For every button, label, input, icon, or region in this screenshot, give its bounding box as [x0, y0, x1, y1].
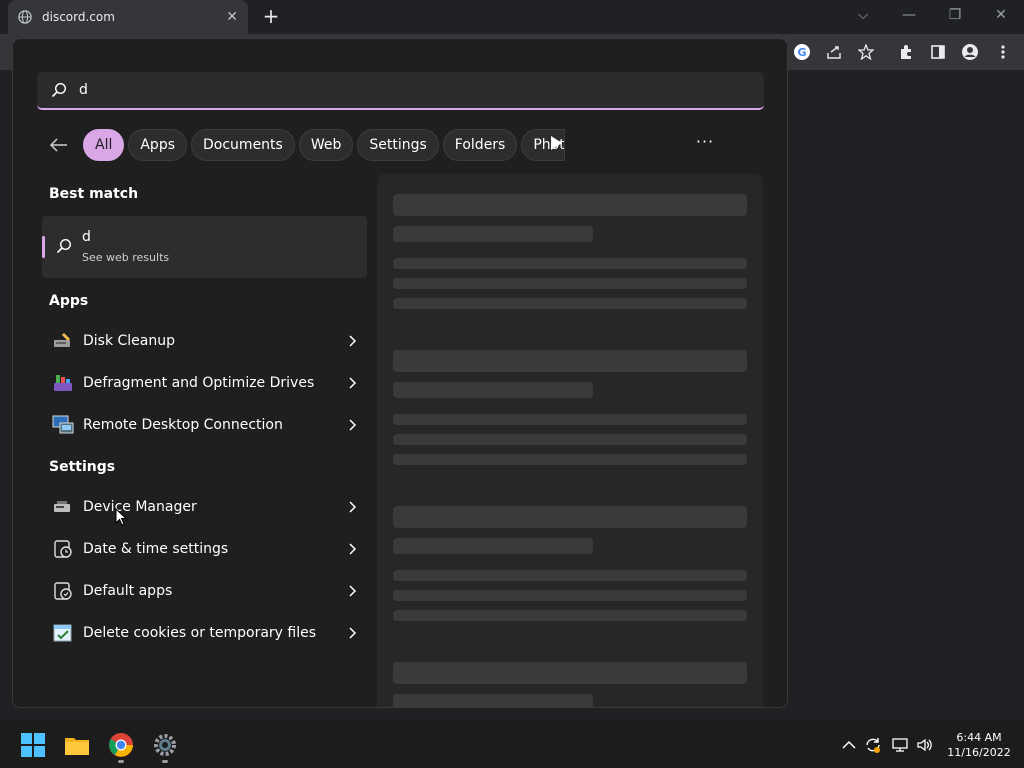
sync-icon[interactable] — [864, 736, 882, 754]
skeleton-title — [393, 662, 747, 684]
best-match-item[interactable]: d See web results — [42, 216, 367, 278]
filter-folders[interactable]: Folders — [442, 129, 518, 161]
setting-default-apps[interactable]: Default apps — [42, 571, 367, 611]
more-options-button[interactable]: ··· — [693, 131, 717, 155]
clock-settings-icon — [54, 540, 72, 558]
skeleton-line — [393, 454, 747, 465]
best-match-subtitle: See web results — [82, 251, 170, 264]
clock-time: 6:44 AM — [956, 731, 1002, 744]
disk-cleanup-icon — [54, 333, 70, 347]
close-button[interactable]: ✕ — [989, 4, 1013, 26]
network-icon[interactable] — [891, 736, 909, 754]
filter-apps[interactable]: Apps — [128, 129, 188, 161]
tab-close-icon[interactable]: ✕ — [226, 9, 238, 25]
skeleton-subtitle — [393, 382, 593, 398]
filter-web[interactable]: Web — [298, 129, 354, 161]
chevron-right-icon[interactable] — [347, 335, 357, 347]
remote-desktop-icon — [52, 415, 74, 434]
side-panel-icon[interactable] — [928, 42, 948, 62]
selection-indicator — [42, 236, 45, 258]
app-disk-cleanup[interactable]: Disk Cleanup — [42, 321, 367, 361]
skeleton-line — [393, 590, 747, 601]
preview-pane-loading — [377, 174, 763, 707]
tab-title: discord.com — [42, 10, 115, 24]
default-apps-icon — [54, 582, 72, 600]
skeleton-title — [393, 194, 747, 216]
system-clock[interactable]: 6:44 AM 11/16/2022 — [944, 730, 1014, 760]
internet-options-icon — [53, 624, 72, 642]
start-search-panel: All Apps Documents Web Settings Folders … — [12, 38, 788, 708]
globe-icon — [18, 10, 32, 24]
extensions-icon[interactable] — [896, 42, 916, 62]
setting-label: Delete cookies or temporary files — [83, 625, 317, 641]
chevron-right-icon[interactable] — [347, 377, 357, 389]
running-indicator — [162, 760, 168, 763]
browser-tab[interactable]: discord.com ✕ — [8, 0, 248, 34]
skeleton-title — [393, 350, 747, 372]
search-box[interactable] — [37, 72, 764, 110]
setting-label: Date & time settings — [83, 541, 229, 557]
search-icon — [51, 82, 67, 98]
chevron-right-icon[interactable] — [347, 501, 357, 513]
setting-label: Default apps — [83, 583, 173, 599]
app-label: Remote Desktop Connection — [83, 417, 283, 433]
skeleton-line — [393, 258, 747, 269]
filter-documents[interactable]: Documents — [191, 129, 295, 161]
search-input[interactable] — [79, 82, 679, 98]
setting-device-manager[interactable]: Device Manager — [42, 487, 367, 527]
skeleton-line — [393, 414, 747, 425]
volume-icon[interactable] — [916, 736, 934, 754]
filter-all[interactable]: All — [83, 129, 125, 161]
skeleton-subtitle — [393, 694, 593, 707]
bookmark-star-icon[interactable] — [856, 42, 876, 62]
scroll-right-icon[interactable] — [549, 135, 563, 151]
file-explorer-icon[interactable] — [64, 732, 90, 758]
web-search-icon — [56, 238, 72, 254]
skeleton-title — [393, 506, 747, 528]
back-arrow-icon[interactable] — [49, 135, 73, 155]
chevron-right-icon[interactable] — [347, 419, 357, 431]
restore-button[interactable]: ❐ — [943, 4, 967, 26]
best-match-heading: Best match — [49, 186, 139, 202]
skeleton-line — [393, 278, 747, 289]
skeleton-line — [393, 610, 747, 621]
app-defragment[interactable]: Defragment and Optimize Drives — [42, 363, 367, 403]
chevron-right-icon[interactable] — [347, 585, 357, 597]
settings-heading: Settings — [49, 459, 116, 475]
defragment-icon — [54, 375, 72, 391]
app-label: Disk Cleanup — [83, 333, 176, 349]
running-indicator — [118, 760, 124, 763]
minimize-button[interactable]: — — [897, 4, 921, 26]
skeleton-line — [393, 570, 747, 581]
skeleton-line — [393, 298, 747, 309]
setting-delete-cookies[interactable]: Delete cookies or temporary files — [42, 613, 367, 653]
app-remote-desktop[interactable]: Remote Desktop Connection — [42, 405, 367, 445]
chrome-icon[interactable] — [108, 732, 134, 758]
menu-dots-icon[interactable] — [993, 42, 1013, 62]
skeleton-line — [393, 434, 747, 445]
skeleton-subtitle — [393, 538, 593, 554]
svg-text:G: G — [797, 46, 806, 59]
chevron-up-icon[interactable] — [840, 736, 858, 754]
start-windows-icon[interactable] — [20, 732, 46, 758]
chevron-right-icon[interactable] — [347, 543, 357, 555]
new-tab-button[interactable]: + — [260, 4, 282, 28]
mouse-cursor-icon — [115, 508, 127, 526]
filter-settings[interactable]: Settings — [357, 129, 439, 161]
profile-icon[interactable] — [960, 42, 980, 62]
tab-search-icon[interactable]: ⌵ — [851, 4, 875, 26]
settings-gear-icon[interactable] — [152, 732, 178, 758]
share-icon[interactable] — [824, 42, 844, 62]
apps-heading: Apps — [49, 293, 89, 309]
best-match-title: d — [82, 229, 91, 245]
skeleton-subtitle — [393, 226, 593, 242]
device-manager-icon — [54, 501, 70, 512]
clock-date: 11/16/2022 — [947, 746, 1011, 759]
google-icon[interactable]: G — [792, 42, 812, 62]
chevron-right-icon[interactable] — [347, 627, 357, 639]
search-filters: All Apps Documents Web Settings Folders … — [49, 128, 569, 162]
app-label: Defragment and Optimize Drives — [83, 375, 315, 391]
setting-date-time[interactable]: Date & time settings — [42, 529, 367, 569]
